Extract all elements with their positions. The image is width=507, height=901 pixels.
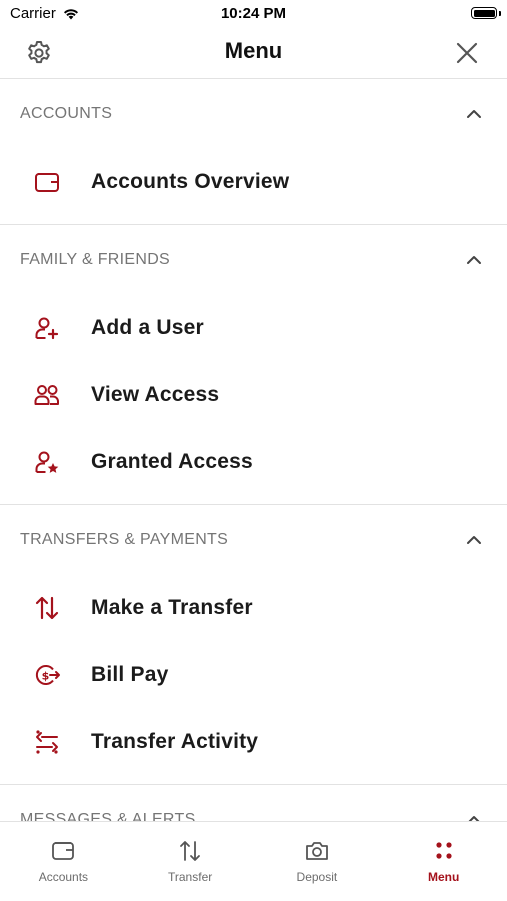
chevron-up-icon bbox=[468, 816, 480, 821]
transfer-activity-icon bbox=[36, 729, 58, 754]
tab-label: Deposit bbox=[296, 870, 338, 884]
menu-item-transfer-activity[interactable]: Transfer Activity bbox=[0, 707, 507, 776]
user-star-icon bbox=[35, 451, 59, 473]
menu-item-accounts-overview[interactable]: Accounts Overview bbox=[0, 147, 507, 216]
chevron-up-icon bbox=[467, 536, 481, 544]
camera-icon bbox=[305, 842, 328, 860]
tab-transfer[interactable]: Transfer bbox=[127, 822, 254, 901]
section-title: ACCOUNTS bbox=[20, 105, 113, 122]
section-family-friends: FAMILY & FRIENDS Add a User View Access … bbox=[0, 225, 507, 505]
menu-item-granted-access[interactable]: Granted Access bbox=[0, 427, 507, 496]
tab-menu[interactable]: Menu bbox=[380, 822, 507, 901]
menu-list: ACCOUNTS Accounts Overview FAMILY & FRIE… bbox=[0, 79, 507, 821]
menu-item-label: Transfer Activity bbox=[91, 729, 259, 753]
menu-item-label: Accounts Overview bbox=[91, 169, 290, 193]
transfer-icon bbox=[180, 841, 201, 861]
section-header-accounts[interactable]: ACCOUNTS bbox=[0, 79, 507, 149]
section-header-transfers-payments[interactable]: TRANSFERS & PAYMENTS bbox=[0, 505, 507, 575]
section-header-family-friends[interactable]: FAMILY & FRIENDS bbox=[0, 225, 507, 295]
nav-bar: Menu bbox=[0, 28, 507, 79]
tab-label: Transfer bbox=[168, 870, 213, 884]
tab-label: Menu bbox=[427, 870, 460, 884]
svg-text:$: $ bbox=[42, 669, 50, 682]
page-title: Menu bbox=[224, 38, 283, 63]
status-bar: Carrier 10:24 PM bbox=[0, 0, 507, 28]
users-icon bbox=[34, 384, 59, 405]
status-time: 10:24 PM bbox=[220, 5, 287, 22]
menu-item-add-user[interactable]: Add a User bbox=[0, 293, 507, 362]
menu-item-make-transfer[interactable]: Make a Transfer bbox=[0, 573, 507, 642]
menu-item-bill-pay[interactable]: $ Bill Pay bbox=[0, 640, 507, 709]
menu-item-label: Granted Access bbox=[91, 449, 253, 473]
section-transfers-payments: TRANSFERS & PAYMENTS Make a Transfer $ B… bbox=[0, 505, 507, 785]
close-icon[interactable] bbox=[453, 39, 481, 67]
menu-item-view-access[interactable]: View Access bbox=[0, 360, 507, 429]
transfer-icon bbox=[35, 596, 59, 619]
chevron-up-icon bbox=[467, 110, 481, 118]
section-messages-alerts: MESSAGES & ALERTS bbox=[0, 785, 507, 821]
tab-label: Accounts bbox=[38, 870, 89, 884]
menu-item-label: Add a User bbox=[91, 315, 204, 339]
tab-bar: Accounts Transfer Deposit Menu bbox=[0, 821, 507, 901]
chevron-up-icon bbox=[467, 256, 481, 264]
wallet-icon bbox=[35, 172, 59, 192]
tab-accounts[interactable]: Accounts bbox=[0, 822, 127, 901]
section-accounts: ACCOUNTS Accounts Overview bbox=[0, 79, 507, 225]
menu-item-label: View Access bbox=[91, 382, 220, 406]
user-add-icon bbox=[35, 317, 59, 339]
menu-item-label: Make a Transfer bbox=[91, 595, 253, 619]
battery-icon bbox=[471, 7, 497, 19]
wallet-icon bbox=[52, 842, 75, 860]
section-header-messages-alerts[interactable]: MESSAGES & ALERTS bbox=[0, 785, 507, 821]
bill-pay-icon: $ bbox=[35, 664, 60, 685]
section-title: FAMILY & FRIENDS bbox=[20, 251, 171, 268]
section-title: TRANSFERS & PAYMENTS bbox=[20, 531, 229, 548]
section-title: MESSAGES & ALERTS bbox=[20, 811, 196, 821]
tab-deposit[interactable]: Deposit bbox=[254, 822, 381, 901]
menu-item-label: Bill Pay bbox=[91, 662, 169, 686]
menu-dots-icon bbox=[436, 842, 452, 859]
